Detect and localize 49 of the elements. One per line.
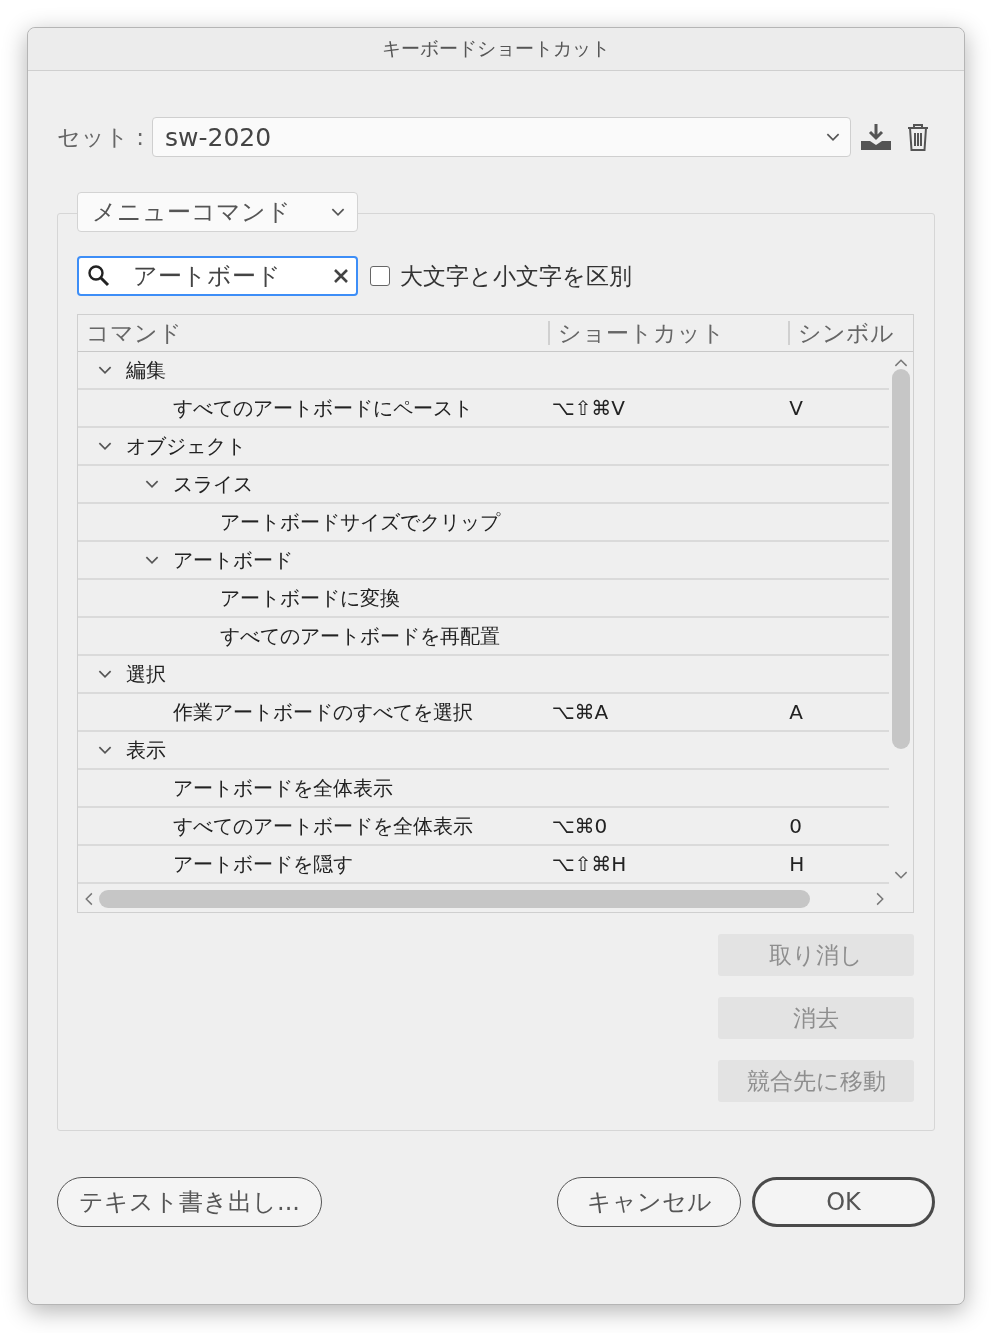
category-dropdown[interactable]: メニューコマンド [77,192,358,232]
column-header[interactable]: シンボル [798,317,894,349]
command-cell: スライス [173,470,253,498]
set-label: セット : [57,122,145,152]
download-icon[interactable] [859,122,893,152]
search-icon [87,264,111,288]
symbol-cell: H [789,852,805,876]
dialog-button[interactable]: キャンセル [557,1177,741,1227]
command-cell: 作業アートボードのすべてを選択 [173,698,473,726]
clear-icon[interactable] [332,267,350,285]
search-field[interactable]: アートボード [77,256,358,296]
command-cell: すべてのアートボードにペースト [173,394,473,422]
command-cell: アートボードを全体表示 [173,774,393,802]
chevron-down-icon[interactable] [98,441,112,451]
shortcut-cell: ⌥⇧⌘H [551,852,627,876]
chevron-down-icon [826,132,840,142]
chevron-down-icon[interactable] [98,669,112,679]
chevron-down-icon[interactable] [145,479,159,489]
column-header[interactable]: コマンド [86,317,182,349]
shortcut-cell: ⌥⌘A [551,700,609,724]
set-dropdown[interactable]: sw-2020 [152,117,851,157]
dialog-button[interactable]: テキスト書き出し... [57,1177,322,1227]
chevron-down-icon[interactable] [98,365,112,375]
chevron-down-icon[interactable] [98,745,112,755]
window-title: キーボードショートカット [28,28,964,71]
command-cell: 選択 [126,660,166,688]
symbol-cell: A [789,700,803,724]
chevron-down-icon [331,207,345,217]
chevron-down-icon[interactable] [145,555,159,565]
scroll-down-icon[interactable] [894,871,908,880]
case-checkbox[interactable]: 大文字と小文字を区別 [370,260,632,292]
command-cell: アートボードに変換 [220,584,400,612]
command-cell: 表示 [126,736,166,764]
scroll-up-icon[interactable] [894,358,908,367]
command-cell: アートボード [173,546,293,574]
ok-button[interactable]: OK [752,1177,935,1227]
column-header[interactable]: ショートカット [558,317,725,349]
command-cell: アートボードを隠す [173,850,353,878]
scroll-right-icon[interactable] [876,892,885,906]
scroll-left-icon[interactable] [84,892,93,906]
shortcut-cell: ⌥⇧⌘V [551,396,625,420]
command-cell: 編集 [126,356,166,384]
shortcut-cell: ⌥⌘0 [551,814,608,838]
symbol-cell: 0 [789,814,802,838]
symbol-cell: V [789,396,803,420]
command-cell: オブジェクト [126,432,246,460]
command-cell: アートボードサイズでクリップ [220,508,500,536]
command-cell: すべてのアートボードを全体表示 [173,812,473,840]
command-cell: すべてのアートボードを再配置 [220,622,500,650]
